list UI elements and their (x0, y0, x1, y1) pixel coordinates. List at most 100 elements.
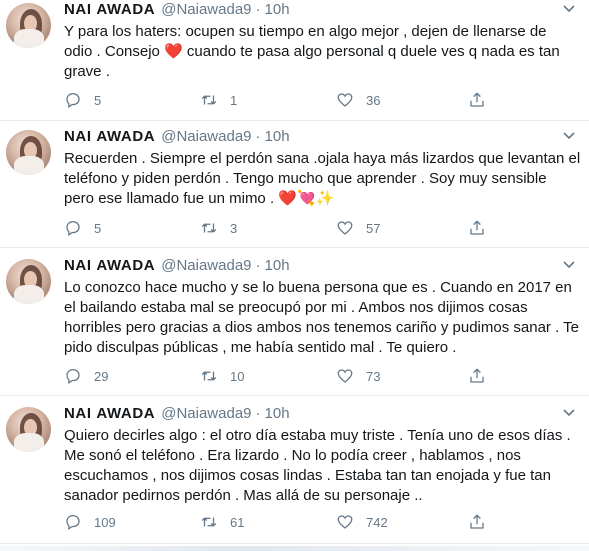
like-count: 742 (366, 514, 388, 530)
reply-icon (66, 92, 80, 108)
tweet-text-line: Quiero decirles algo : el otro día estab… (64, 427, 571, 444)
tweet-text: Lo conozco hace mucho y se lo buena pers… (64, 278, 579, 358)
avatar[interactable] (6, 130, 51, 175)
share-button[interactable] (468, 90, 486, 110)
retweet-icon (201, 95, 217, 105)
retweet-icon (201, 371, 217, 381)
share-icon (470, 220, 484, 235)
tweet-text-line: pido disculpas públicas , me había senti… (64, 339, 457, 356)
chevron-down-icon[interactable] (561, 404, 577, 420)
retweet-button[interactable]: 61 (200, 512, 244, 532)
chevron-down-icon[interactable] (561, 256, 577, 272)
reply-count: 5 (94, 220, 102, 236)
like-count: 57 (366, 220, 381, 236)
chevron-down-icon[interactable] (561, 127, 577, 143)
author-handle[interactable]: @Naiawada9 (161, 1, 251, 18)
tweet-text-line: escuchamos , nos dijimos cosas lindas . … (64, 467, 551, 484)
tweet-text: Quiero decirles algo : el otro día estab… (64, 426, 576, 506)
like-icon (337, 515, 353, 529)
tweet-text-line: Me sonó el teléfono . Era lizardo . No l… (64, 447, 521, 464)
timestamp[interactable]: 10h (265, 128, 290, 145)
retweet-button[interactable]: 3 (200, 218, 237, 238)
reply-count: 5 (94, 92, 102, 108)
retweet-count: 1 (230, 92, 238, 108)
like-button[interactable]: 73 (336, 366, 380, 386)
tweet-header: NΑΙ AWADA @Naiawada9 · 10h (64, 404, 290, 424)
author-name[interactable]: NΑΙ AWADA (64, 128, 155, 145)
tweet-text-line: odio . Consejo ❤️ cuando te pasa algo pe… (64, 43, 560, 60)
share-button[interactable] (468, 512, 486, 532)
tweet-feed: NΑΙ AWADA @Naiawada9 · 10h Y para los hater… (0, 0, 589, 551)
like-count: 36 (366, 92, 381, 108)
retweet-icon (201, 517, 217, 527)
tweet-text-line: sanador pedirnos perdón . Mas allá de su… (64, 487, 423, 504)
next-tweet-peek (0, 546, 589, 551)
tweet-header: NΑΙ AWADA @Naiawada9 · 10h (64, 0, 290, 20)
retweet-button[interactable]: 1 (200, 90, 237, 110)
retweet-count: 10 (230, 368, 245, 384)
tweet-text: Recuerden . Siempre el perdón sana .ojal… (64, 149, 581, 209)
timestamp[interactable]: 10h (265, 405, 290, 422)
like-icon (337, 221, 353, 235)
reply-count: 109 (94, 514, 116, 530)
share-icon (470, 514, 484, 529)
like-icon (337, 93, 353, 107)
author-handle[interactable]: @Naiawada9 (161, 128, 251, 145)
tweet-text-line: Lo conozco hace mucho y se lo buena pers… (64, 279, 572, 296)
retweet-button[interactable]: 10 (200, 366, 244, 386)
tweet[interactable]: NΑΙ AWADA @Naiawada9 · 10h Recuerden . Siem… (0, 127, 589, 248)
reply-count: 29 (94, 368, 109, 384)
timestamp[interactable]: 10h (265, 1, 290, 18)
tweet[interactable]: NΑΙ AWADA @Naiawada9 · 10h Y para los hater… (0, 0, 589, 121)
author-handle[interactable]: @Naiawada9 (161, 405, 251, 422)
tweet-actions: 29 10 73 (64, 366, 524, 386)
avatar[interactable] (6, 3, 51, 48)
tweet-text-line: grave . (64, 63, 110, 80)
avatar[interactable] (6, 259, 51, 304)
tweet-text-line: Recuerden . Siempre el perdón sana .ojal… (64, 150, 581, 167)
tweet-text-line: horribles pero gracias a dios ambos nos … (64, 319, 579, 336)
chevron-down-icon[interactable] (561, 0, 577, 16)
share-button[interactable] (468, 366, 486, 386)
tweet-actions: 5 1 36 (64, 90, 524, 110)
like-button[interactable]: 36 (336, 90, 380, 110)
author-name[interactable]: NΑΙ AWADA (64, 257, 155, 274)
tweet[interactable]: NΑΙ AWADA @Naiawada9 · 10h Lo conozco hace … (0, 256, 589, 396)
tweet-text: Y para los haters: ocupen su tiempo en a… (64, 22, 576, 82)
retweet-count: 61 (230, 514, 245, 530)
retweet-count: 3 (230, 220, 238, 236)
like-button[interactable]: 742 (336, 512, 388, 532)
share-button[interactable] (468, 218, 486, 238)
separator-dot: · (255, 1, 261, 18)
reply-button[interactable]: 5 (64, 218, 101, 238)
reply-icon (66, 514, 80, 530)
tweet[interactable]: NΑΙ AWADA @Naiawada9 · 10h Quiero decirles … (0, 404, 589, 544)
separator-dot: · (255, 128, 261, 145)
author-name[interactable]: NΑΙ AWADA (64, 1, 155, 18)
reply-button[interactable]: 5 (64, 90, 101, 110)
tweet-text-line: Y para los haters: ocupen su tiempo en a… (64, 23, 547, 40)
reply-button[interactable]: 109 (64, 512, 116, 532)
like-count: 73 (366, 368, 381, 384)
author-handle[interactable]: @Naiawada9 (161, 257, 251, 274)
tweet-text-line: pero ese llamado fue un mimo . ❤️💘✨ (64, 190, 335, 207)
separator-dot: · (255, 405, 261, 422)
reply-icon (66, 220, 80, 236)
share-icon (470, 92, 484, 107)
reply-button[interactable]: 29 (64, 366, 108, 386)
avatar[interactable] (6, 407, 51, 452)
timestamp[interactable]: 10h (265, 257, 290, 274)
separator-dot: · (255, 257, 261, 274)
author-name[interactable]: NΑΙ AWADA (64, 405, 155, 422)
retweet-icon (201, 223, 217, 233)
tweet-actions: 109 61 742 (64, 512, 524, 532)
tweet-text-line: el bailando estaba mal se preocupó por m… (64, 299, 528, 316)
share-icon (470, 368, 484, 383)
like-button[interactable]: 57 (336, 218, 380, 238)
like-icon (337, 369, 353, 383)
tweet-header: NΑΙ AWADA @Naiawada9 · 10h (64, 256, 290, 276)
tweet-header: NΑΙ AWADA @Naiawada9 · 10h (64, 127, 290, 147)
tweet-text-line: teléfono y piden perdón . Tengo mucho qu… (64, 170, 547, 187)
tweet-actions: 5 3 57 (64, 218, 524, 238)
reply-icon (66, 368, 80, 384)
